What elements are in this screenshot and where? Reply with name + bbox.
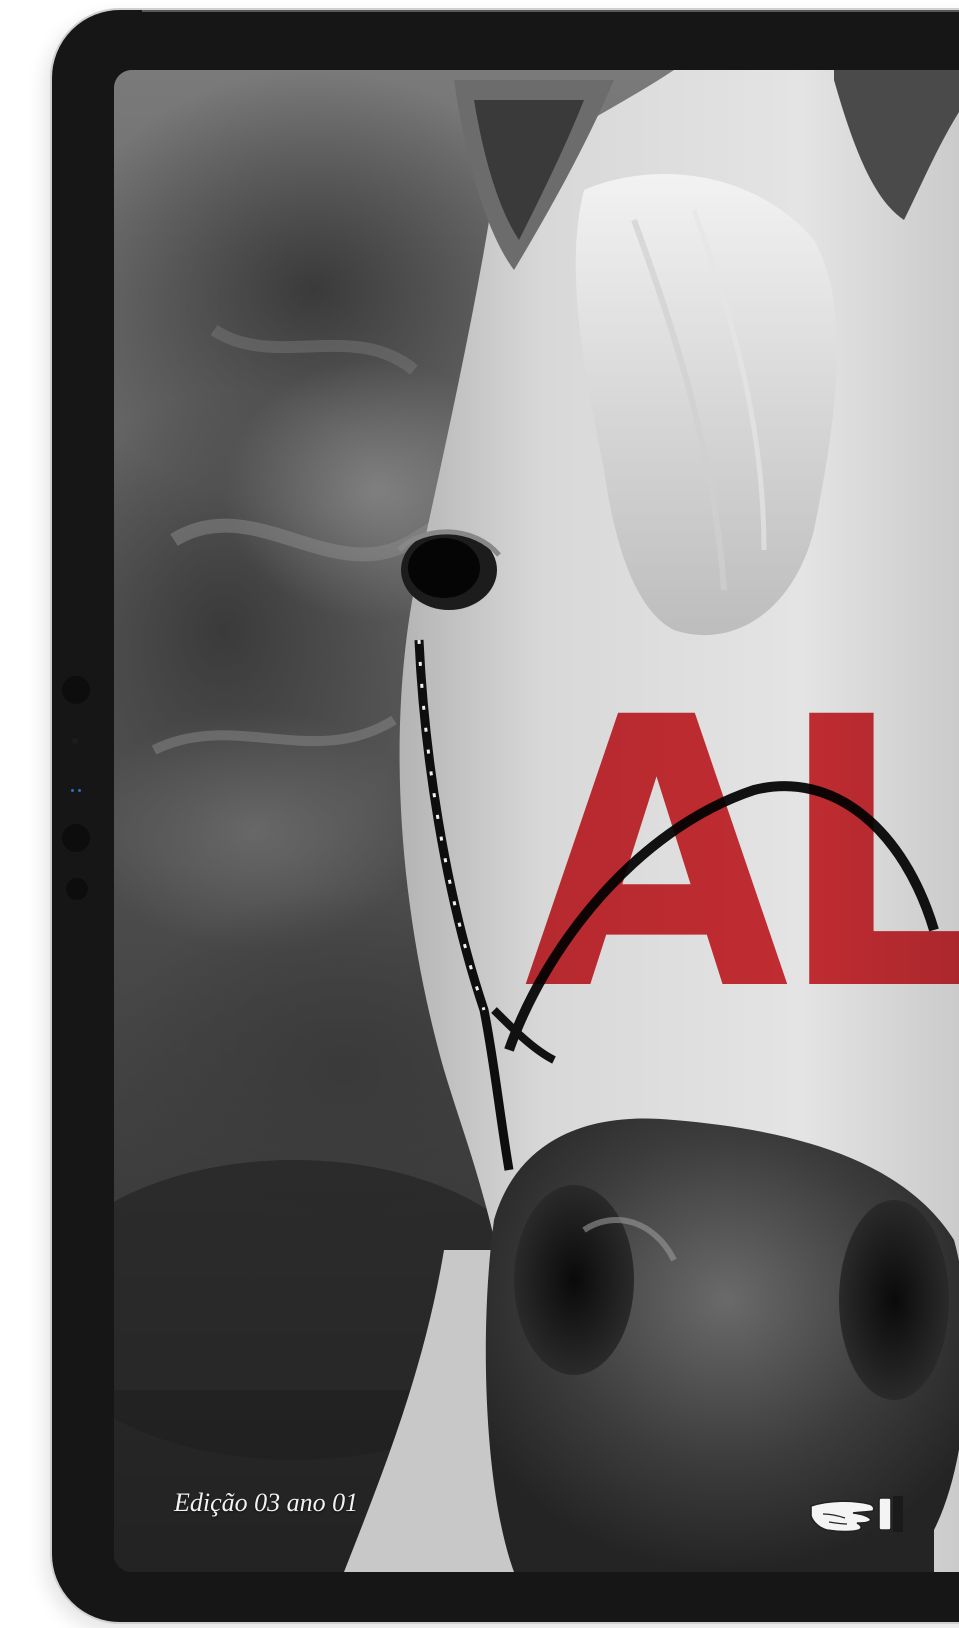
sensor-light-right [78, 789, 81, 792]
tablet-screen: AL Edição 03 ano 01 [114, 70, 959, 1572]
camera-flash [66, 878, 88, 900]
sensor-dot [72, 738, 78, 744]
pointing-hand-icon[interactable] [809, 1492, 909, 1536]
edition-label: Edição 03 ano 01 [174, 1488, 359, 1517]
camera-lens [62, 824, 90, 852]
front-camera [62, 676, 90, 704]
page: AL Edição 03 ano 01 [0, 0, 959, 1628]
device-edge-highlight [142, 10, 959, 12]
cover-title: AL [524, 639, 959, 1072]
sensor-light-left [71, 789, 74, 792]
